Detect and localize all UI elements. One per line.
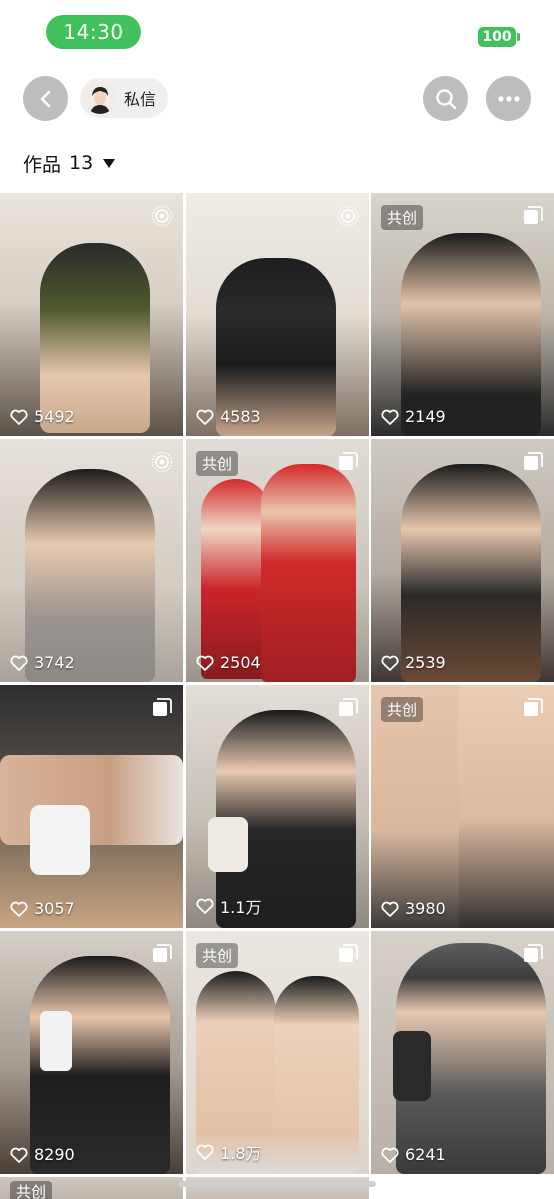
like-count-value: 2539 bbox=[405, 653, 446, 672]
heart-outline-icon bbox=[381, 1147, 399, 1163]
work-tile[interactable]: 共创 2504 bbox=[186, 439, 369, 682]
like-count: 3742 bbox=[10, 653, 75, 672]
multi-image-icon bbox=[153, 698, 172, 716]
work-tile[interactable]: 2539 bbox=[371, 439, 554, 682]
home-indicator[interactable] bbox=[178, 1181, 376, 1187]
heart-outline-icon bbox=[196, 409, 214, 425]
co-creation-tag: 共创 bbox=[381, 205, 424, 230]
work-tile[interactable]: 8290 bbox=[0, 931, 183, 1174]
like-count-value: 2149 bbox=[405, 407, 446, 426]
chevron-left-icon bbox=[40, 90, 50, 107]
like-count-value: 6241 bbox=[405, 1145, 446, 1164]
like-count: 1.1万 bbox=[196, 894, 261, 918]
back-button[interactable] bbox=[23, 76, 68, 121]
like-count-value: 1.1万 bbox=[220, 898, 262, 917]
multi-image-icon bbox=[524, 944, 543, 962]
work-tile[interactable]: 3057 bbox=[0, 685, 183, 928]
multi-image-icon bbox=[153, 944, 172, 962]
work-tile[interactable]: 共创 3980 bbox=[371, 685, 554, 928]
heart-outline-icon bbox=[196, 1144, 214, 1160]
live-photo-icon bbox=[337, 205, 359, 227]
like-count-value: 2504 bbox=[220, 653, 261, 672]
work-tile[interactable] bbox=[371, 1177, 554, 1199]
multi-image-icon bbox=[524, 698, 543, 716]
work-tile[interactable]: 3742 bbox=[0, 439, 183, 682]
like-count-value: 4583 bbox=[220, 407, 261, 426]
like-count: 2539 bbox=[381, 653, 446, 672]
heart-outline-icon bbox=[10, 409, 28, 425]
direct-message-button[interactable]: 私信 bbox=[80, 78, 169, 118]
avatar bbox=[84, 82, 116, 114]
search-icon bbox=[435, 88, 456, 109]
heart-outline-icon bbox=[381, 655, 399, 671]
multi-image-icon bbox=[339, 944, 358, 962]
heart-outline-icon bbox=[10, 655, 28, 671]
multi-image-icon bbox=[524, 452, 543, 470]
like-count: 8290 bbox=[10, 1145, 75, 1164]
heart-outline-icon bbox=[10, 1147, 28, 1163]
like-count-value: 8290 bbox=[34, 1145, 75, 1164]
heart-outline-icon bbox=[10, 901, 28, 917]
works-count: 13 bbox=[69, 152, 94, 174]
like-count: 3980 bbox=[381, 899, 446, 918]
co-creation-tag: 共创 bbox=[10, 1181, 53, 1199]
co-creation-tag: 共创 bbox=[196, 451, 239, 476]
like-count: 5492 bbox=[10, 407, 75, 426]
multi-image-icon bbox=[524, 206, 543, 224]
battery-tip bbox=[517, 33, 520, 41]
battery-indicator: 100 bbox=[478, 27, 516, 47]
like-count-value: 3742 bbox=[34, 653, 75, 672]
like-count: 3057 bbox=[10, 899, 75, 918]
like-count: 2149 bbox=[381, 407, 446, 426]
work-tile[interactable]: 共创 bbox=[0, 1177, 183, 1199]
like-count: 4583 bbox=[196, 407, 261, 426]
caret-down-icon bbox=[103, 158, 116, 168]
like-count-value: 1.8万 bbox=[220, 1144, 262, 1163]
like-count: 2504 bbox=[196, 653, 261, 672]
work-tile[interactable]: 6241 bbox=[371, 931, 554, 1174]
more-button[interactable] bbox=[486, 76, 531, 121]
multi-image-icon bbox=[339, 698, 358, 716]
multi-image-icon bbox=[339, 452, 358, 470]
top-nav: 私信 bbox=[0, 72, 554, 124]
co-creation-tag: 共创 bbox=[196, 943, 239, 968]
work-tile[interactable]: 4583 bbox=[186, 193, 369, 436]
works-label: 作品 bbox=[23, 153, 62, 176]
like-count-value: 5492 bbox=[34, 407, 75, 426]
status-time: 14:30 bbox=[46, 15, 141, 49]
heart-outline-icon bbox=[381, 901, 399, 917]
live-photo-icon bbox=[151, 451, 173, 473]
like-count-value: 3057 bbox=[34, 899, 75, 918]
live-photo-icon bbox=[151, 205, 173, 227]
heart-outline-icon bbox=[196, 655, 214, 671]
work-tile[interactable]: 1.1万 bbox=[186, 685, 369, 928]
heart-outline-icon bbox=[381, 409, 399, 425]
like-count-value: 3980 bbox=[405, 899, 446, 918]
work-tile[interactable]: 5492 bbox=[0, 193, 183, 436]
dm-label: 私信 bbox=[124, 90, 157, 109]
work-tile[interactable]: 共创 1.8万 bbox=[186, 931, 369, 1174]
heart-outline-icon bbox=[196, 898, 214, 914]
status-bar: 14:30 100 bbox=[0, 0, 554, 60]
like-count: 1.8万 bbox=[196, 1140, 261, 1164]
co-creation-tag: 共创 bbox=[381, 697, 424, 722]
works-filter[interactable]: 作品 13 bbox=[23, 150, 116, 176]
search-button[interactable] bbox=[423, 76, 468, 121]
work-tile[interactable]: 共创 2149 bbox=[371, 193, 554, 436]
like-count: 6241 bbox=[381, 1145, 446, 1164]
more-dots-icon bbox=[497, 95, 520, 102]
